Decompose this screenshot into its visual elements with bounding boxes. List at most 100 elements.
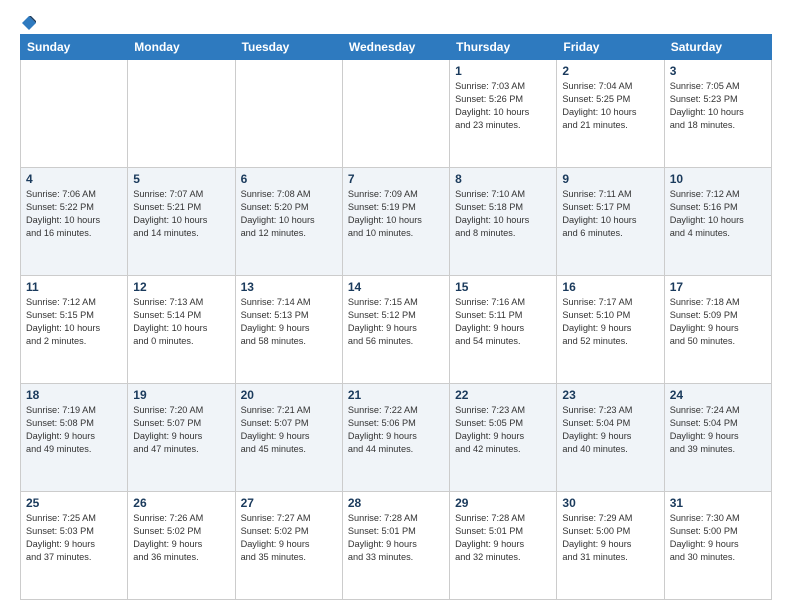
day-cell: 12Sunrise: 7:13 AM Sunset: 5:14 PM Dayli… [128, 276, 235, 384]
day-number: 10 [670, 172, 766, 186]
day-number: 26 [133, 496, 229, 510]
day-info: Sunrise: 7:26 AM Sunset: 5:02 PM Dayligh… [133, 512, 229, 564]
week-row-1: 1 Sunrise: 7:03 AM Sunset: 5:26 PM Daylig… [21, 60, 772, 168]
day-cell: 2 Sunrise: 7:04 AM Sunset: 5:25 PM Daylig… [557, 60, 664, 168]
day-info: Sunrise: 7:19 AM Sunset: 5:08 PM Dayligh… [26, 404, 122, 456]
day-cell: 25 Sunrise: 7:25 AM Sunset: 5:03 PM Dayli… [21, 492, 128, 600]
day-cell: 1 Sunrise: 7:03 AM Sunset: 5:26 PM Daylig… [450, 60, 557, 168]
day-info: Sunrise: 7:28 AM Sunset: 5:01 PM Dayligh… [348, 512, 444, 564]
day-info: Sunrise: 7:08 AM Sunset: 5:20 PM Dayligh… [241, 188, 337, 240]
day-cell: 23 Sunrise: 7:23 AM Sunset: 5:04 PM Dayli… [557, 384, 664, 492]
day-cell: 10 Sunrise: 7:12 AM Sunset: 5:16 PM Dayli… [664, 168, 771, 276]
page: SundayMondayTuesdayWednesdayThursdayFrid… [0, 0, 792, 612]
day-cell: 6Sunrise: 7:08 AM Sunset: 5:20 PM Daylig… [235, 168, 342, 276]
day-number: 7 [348, 172, 444, 186]
day-info: Sunrise: 7:29 AM Sunset: 5:00 PM Dayligh… [562, 512, 658, 564]
day-cell: 29 Sunrise: 7:28 AM Sunset: 5:01 PM Dayli… [450, 492, 557, 600]
day-number: 27 [241, 496, 337, 510]
calendar-table: SundayMondayTuesdayWednesdayThursdayFrid… [20, 34, 772, 600]
day-cell: 20Sunrise: 7:21 AM Sunset: 5:07 PM Dayli… [235, 384, 342, 492]
logo [20, 16, 36, 26]
day-number: 9 [562, 172, 658, 186]
weekday-header-monday: Monday [128, 35, 235, 60]
day-cell: 27 Sunrise: 7:27 AM Sunset: 5:02 PM Dayli… [235, 492, 342, 600]
day-info: Sunrise: 7:27 AM Sunset: 5:02 PM Dayligh… [241, 512, 337, 564]
day-info: Sunrise: 7:07 AM Sunset: 5:21 PM Dayligh… [133, 188, 229, 240]
day-info: Sunrise: 7:28 AM Sunset: 5:01 PM Dayligh… [455, 512, 551, 564]
day-cell: 3 Sunrise: 7:05 AM Sunset: 5:23 PM Daylig… [664, 60, 771, 168]
day-cell: 31 Sunrise: 7:30 AM Sunset: 5:00 PM Dayli… [664, 492, 771, 600]
day-number: 14 [348, 280, 444, 294]
day-number: 31 [670, 496, 766, 510]
weekday-header-row: SundayMondayTuesdayWednesdayThursdayFrid… [21, 35, 772, 60]
day-info: Sunrise: 7:16 AM Sunset: 5:11 PM Dayligh… [455, 296, 551, 348]
weekday-header-sunday: Sunday [21, 35, 128, 60]
day-number: 3 [670, 64, 766, 78]
day-cell: 4 Sunrise: 7:06 AM Sunset: 5:22 PM Daylig… [21, 168, 128, 276]
day-cell [21, 60, 128, 168]
day-number: 23 [562, 388, 658, 402]
logo-icon [22, 16, 36, 30]
day-number: 17 [670, 280, 766, 294]
day-info: Sunrise: 7:15 AM Sunset: 5:12 PM Dayligh… [348, 296, 444, 348]
day-cell: 16 Sunrise: 7:17 AM Sunset: 5:10 PM Dayli… [557, 276, 664, 384]
day-number: 5 [133, 172, 229, 186]
day-info: Sunrise: 7:20 AM Sunset: 5:07 PM Dayligh… [133, 404, 229, 456]
day-number: 12 [133, 280, 229, 294]
day-info: Sunrise: 7:25 AM Sunset: 5:03 PM Dayligh… [26, 512, 122, 564]
day-number: 1 [455, 64, 551, 78]
day-number: 29 [455, 496, 551, 510]
day-number: 21 [348, 388, 444, 402]
day-info: Sunrise: 7:05 AM Sunset: 5:23 PM Dayligh… [670, 80, 766, 132]
day-cell: 11Sunrise: 7:12 AM Sunset: 5:15 PM Dayli… [21, 276, 128, 384]
day-number: 2 [562, 64, 658, 78]
day-info: Sunrise: 7:17 AM Sunset: 5:10 PM Dayligh… [562, 296, 658, 348]
day-number: 13 [241, 280, 337, 294]
day-info: Sunrise: 7:23 AM Sunset: 5:05 PM Dayligh… [455, 404, 551, 456]
day-number: 18 [26, 388, 122, 402]
day-info: Sunrise: 7:23 AM Sunset: 5:04 PM Dayligh… [562, 404, 658, 456]
day-cell: 15 Sunrise: 7:16 AM Sunset: 5:11 PM Dayli… [450, 276, 557, 384]
day-number: 15 [455, 280, 551, 294]
weekday-header-saturday: Saturday [664, 35, 771, 60]
day-info: Sunrise: 7:24 AM Sunset: 5:04 PM Dayligh… [670, 404, 766, 456]
day-number: 30 [562, 496, 658, 510]
day-cell: 13 Sunrise: 7:14 AM Sunset: 5:13 PM Dayli… [235, 276, 342, 384]
day-cell: 9Sunrise: 7:11 AM Sunset: 5:17 PM Daylig… [557, 168, 664, 276]
day-info: Sunrise: 7:30 AM Sunset: 5:00 PM Dayligh… [670, 512, 766, 564]
day-number: 4 [26, 172, 122, 186]
week-row-2: 4 Sunrise: 7:06 AM Sunset: 5:22 PM Daylig… [21, 168, 772, 276]
day-number: 8 [455, 172, 551, 186]
week-row-4: 18 Sunrise: 7:19 AM Sunset: 5:08 PM Dayli… [21, 384, 772, 492]
day-cell: 17 Sunrise: 7:18 AM Sunset: 5:09 PM Dayli… [664, 276, 771, 384]
weekday-header-friday: Friday [557, 35, 664, 60]
weekday-header-wednesday: Wednesday [342, 35, 449, 60]
day-cell: 14 Sunrise: 7:15 AM Sunset: 5:12 PM Dayli… [342, 276, 449, 384]
day-number: 11 [26, 280, 122, 294]
day-info: Sunrise: 7:03 AM Sunset: 5:26 PM Dayligh… [455, 80, 551, 132]
day-info: Sunrise: 7:22 AM Sunset: 5:06 PM Dayligh… [348, 404, 444, 456]
day-cell [342, 60, 449, 168]
day-info: Sunrise: 7:21 AM Sunset: 5:07 PM Dayligh… [241, 404, 337, 456]
day-cell: 30 Sunrise: 7:29 AM Sunset: 5:00 PM Dayli… [557, 492, 664, 600]
day-info: Sunrise: 7:18 AM Sunset: 5:09 PM Dayligh… [670, 296, 766, 348]
week-row-3: 11Sunrise: 7:12 AM Sunset: 5:15 PM Dayli… [21, 276, 772, 384]
weekday-header-thursday: Thursday [450, 35, 557, 60]
day-cell [235, 60, 342, 168]
day-number: 24 [670, 388, 766, 402]
day-info: Sunrise: 7:09 AM Sunset: 5:19 PM Dayligh… [348, 188, 444, 240]
weekday-header-tuesday: Tuesday [235, 35, 342, 60]
day-number: 25 [26, 496, 122, 510]
day-cell: 19Sunrise: 7:20 AM Sunset: 5:07 PM Dayli… [128, 384, 235, 492]
day-cell: 18 Sunrise: 7:19 AM Sunset: 5:08 PM Dayli… [21, 384, 128, 492]
day-info: Sunrise: 7:14 AM Sunset: 5:13 PM Dayligh… [241, 296, 337, 348]
day-info: Sunrise: 7:04 AM Sunset: 5:25 PM Dayligh… [562, 80, 658, 132]
day-cell: 5 Sunrise: 7:07 AM Sunset: 5:21 PM Daylig… [128, 168, 235, 276]
day-cell: 21 Sunrise: 7:22 AM Sunset: 5:06 PM Dayli… [342, 384, 449, 492]
day-number: 16 [562, 280, 658, 294]
day-number: 28 [348, 496, 444, 510]
day-info: Sunrise: 7:12 AM Sunset: 5:16 PM Dayligh… [670, 188, 766, 240]
day-number: 22 [455, 388, 551, 402]
day-info: Sunrise: 7:06 AM Sunset: 5:22 PM Dayligh… [26, 188, 122, 240]
day-cell: 8Sunrise: 7:10 AM Sunset: 5:18 PM Daylig… [450, 168, 557, 276]
